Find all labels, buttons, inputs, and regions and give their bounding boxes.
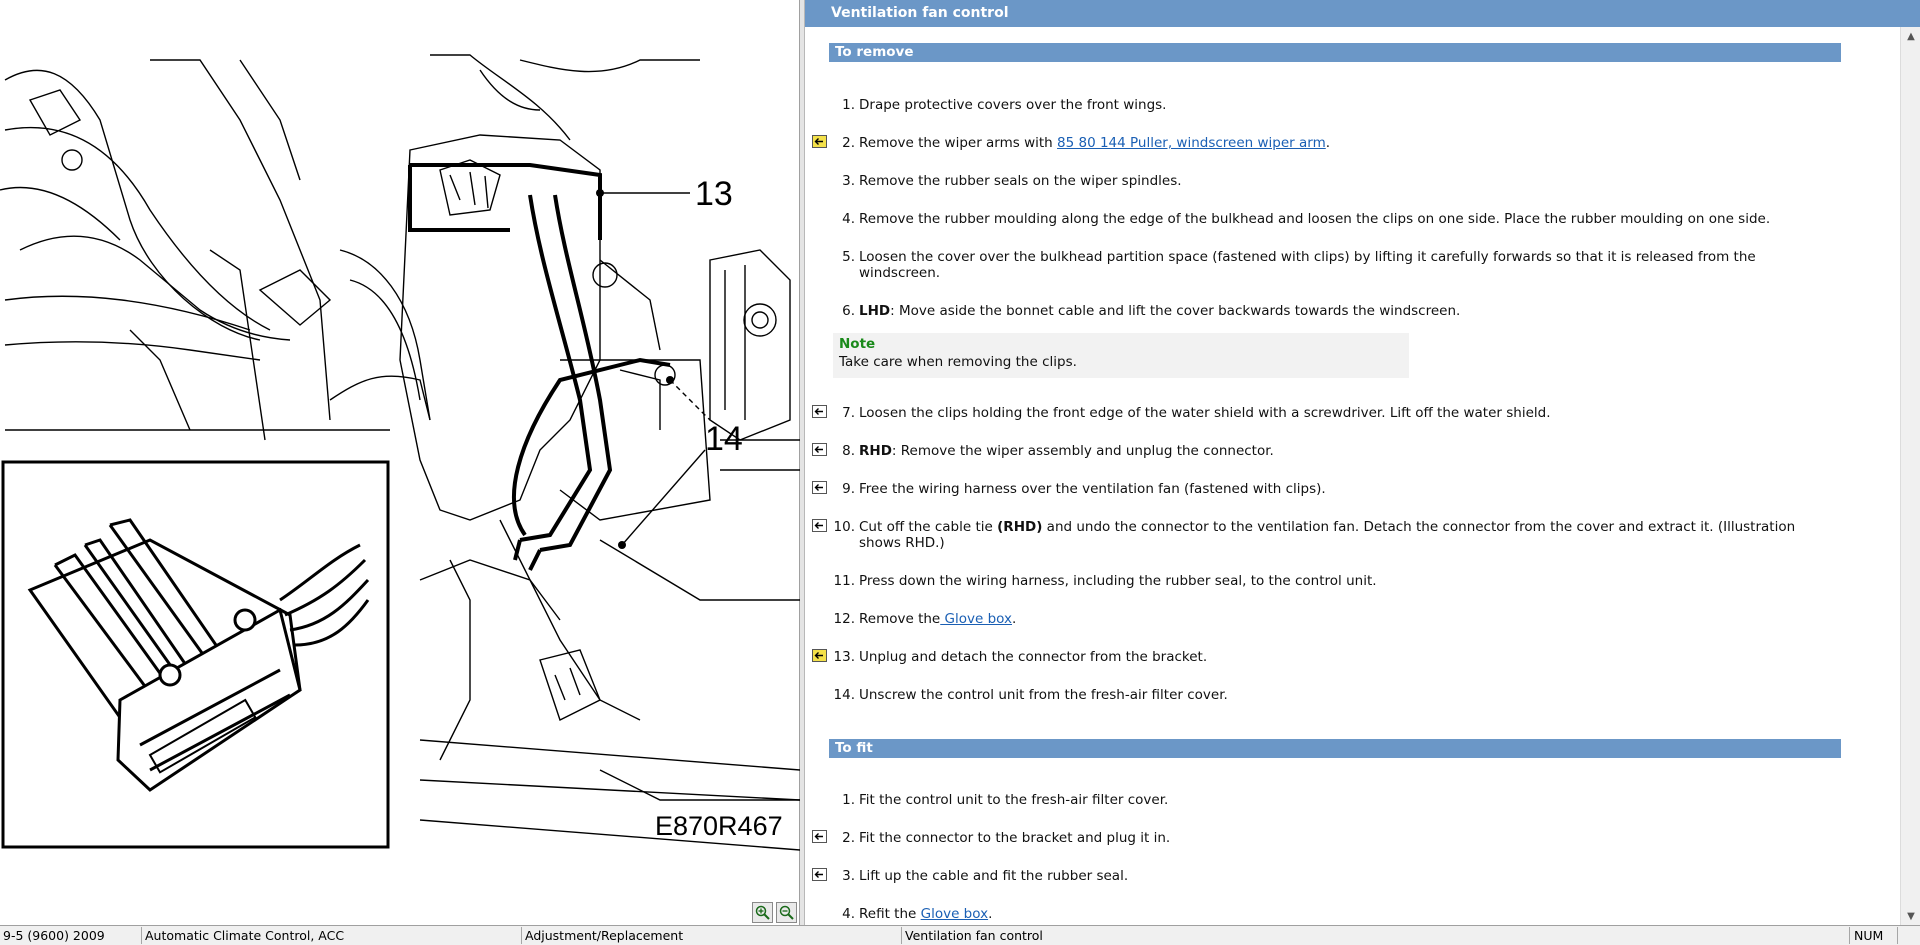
step-number: 2. bbox=[842, 830, 855, 846]
technical-illustration: 13 14 E870R467 bbox=[0, 54, 800, 851]
step-number: 8. bbox=[842, 443, 855, 459]
tool-link-wiper-puller[interactable]: 85 80 144 Puller, windscreen wiper arm bbox=[1057, 135, 1326, 151]
step-text: Loosen the cover over the bulkhead parti… bbox=[859, 249, 1756, 281]
callout-14: 14 bbox=[705, 420, 743, 458]
step-text: Unplug and detach the connector from the… bbox=[859, 649, 1208, 665]
step-text: Unscrew the control unit from the fresh-… bbox=[859, 687, 1228, 703]
step-text: Cut off the cable tie (RHD) and undo the… bbox=[859, 519, 1796, 551]
note-title: Note bbox=[839, 336, 876, 352]
step-number: 3. bbox=[842, 868, 855, 884]
note-text: Take care when removing the clips. bbox=[839, 354, 1077, 370]
step-number: 14. bbox=[833, 687, 855, 703]
section-header-fit: To fit bbox=[829, 739, 1841, 758]
step-number: 4. bbox=[842, 211, 855, 227]
back-arrow-icon[interactable] bbox=[812, 830, 827, 843]
glove-box-link[interactable]: Glove box bbox=[940, 611, 1012, 627]
scroll-down-icon[interactable]: ▼ bbox=[1904, 909, 1918, 923]
step-text: Free the wiring harness over the ventila… bbox=[859, 481, 1326, 497]
step-text: Remove the rubber moulding along the edg… bbox=[859, 211, 1771, 227]
step-number: 9. bbox=[842, 481, 855, 497]
callout-13: 13 bbox=[695, 175, 733, 213]
zoom-toolbar bbox=[752, 902, 797, 924]
step-number: 7. bbox=[842, 405, 855, 421]
step-text: Remove the wiper arms with 85 80 144 Pul… bbox=[859, 135, 1331, 151]
status-bar: 9-5 (9600) 2009 Automatic Climate Contro… bbox=[0, 925, 1920, 945]
vertical-scrollbar[interactable]: ▲ ▼ bbox=[1900, 27, 1920, 925]
zoom-in-icon bbox=[755, 905, 770, 920]
step-number: 5. bbox=[842, 249, 855, 265]
step-number: 4. bbox=[842, 906, 855, 922]
step-text: Press down the wiring harness, including… bbox=[859, 573, 1377, 589]
step-text: Lift up the cable and fit the rubber sea… bbox=[859, 868, 1129, 884]
back-arrow-icon[interactable] bbox=[812, 481, 827, 494]
step-text: LHD: Move aside the bonnet cable and lif… bbox=[859, 303, 1461, 319]
status-model: 9-5 (9600) 2009 bbox=[0, 927, 142, 944]
step-text: Remove the rubber seals on the wiper spi… bbox=[859, 173, 1182, 189]
step-text: Loosen the clips holding the front edge … bbox=[859, 405, 1551, 421]
step-text: Drape protective covers over the front w… bbox=[859, 97, 1167, 113]
note-box: Note Take care when removing the clips. bbox=[833, 333, 1409, 378]
status-topic: Ventilation fan control bbox=[902, 927, 1850, 944]
step-number: 1. bbox=[842, 792, 855, 808]
window-title: Ventilation fan control bbox=[805, 0, 1920, 27]
step-text: RHD: Remove the wiper assembly and unplu… bbox=[859, 443, 1274, 459]
scroll-up-icon[interactable]: ▲ bbox=[1904, 29, 1918, 43]
back-arrow-icon[interactable] bbox=[812, 519, 827, 532]
instructions-pane: Ventilation fan control To remove 1. Dra… bbox=[805, 0, 1920, 925]
step-number: 1. bbox=[842, 97, 855, 113]
step-number: 13. bbox=[833, 649, 855, 665]
instructions-content: To remove 1. Drape protective covers ove… bbox=[805, 27, 1900, 925]
glove-box-link[interactable]: Glove box bbox=[921, 906, 988, 922]
step-number: 12. bbox=[833, 611, 855, 627]
zoom-out-button[interactable] bbox=[776, 902, 797, 923]
zoom-out-icon bbox=[779, 905, 794, 920]
step-text: Remove the Glove box. bbox=[859, 611, 1017, 627]
step-number: 3. bbox=[842, 173, 855, 189]
step-number: 11. bbox=[833, 573, 855, 589]
back-arrow-icon[interactable] bbox=[812, 649, 827, 662]
step-text: Refit the Glove box. bbox=[859, 906, 993, 922]
illustration-pane: 13 14 E870R467 bbox=[0, 0, 800, 925]
back-arrow-icon[interactable] bbox=[812, 868, 827, 881]
back-arrow-icon[interactable] bbox=[812, 443, 827, 456]
zoom-in-button[interactable] bbox=[752, 902, 773, 923]
step-number: 6. bbox=[842, 303, 855, 319]
back-arrow-icon[interactable] bbox=[812, 135, 827, 148]
step-number: 10. bbox=[833, 519, 855, 535]
illustration-code: E870R467 bbox=[655, 811, 783, 841]
status-system: Automatic Climate Control, ACC bbox=[142, 927, 522, 944]
back-arrow-icon[interactable] bbox=[812, 405, 827, 418]
section-header-remove: To remove bbox=[829, 43, 1841, 62]
step-text: Fit the connector to the bracket and plu… bbox=[859, 830, 1171, 846]
status-num-lock: NUM bbox=[1850, 927, 1898, 944]
step-number: 2. bbox=[842, 135, 855, 151]
status-operation: Adjustment/Replacement bbox=[522, 927, 902, 944]
step-text: Fit the control unit to the fresh-air fi… bbox=[859, 792, 1169, 808]
